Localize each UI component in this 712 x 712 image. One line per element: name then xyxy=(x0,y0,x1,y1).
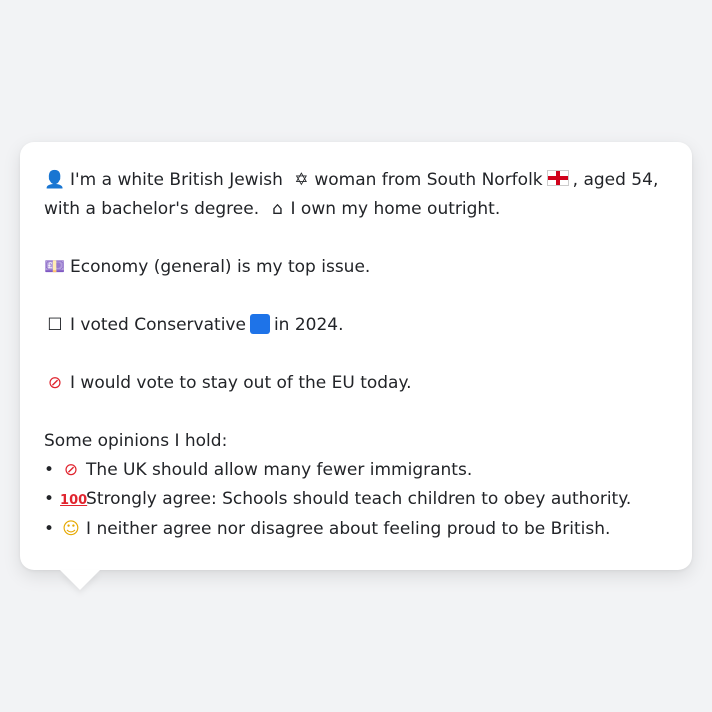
list-item: • 100Strongly agree: Schools should teach… xyxy=(44,485,668,515)
thinking-face-icon: ☺ xyxy=(62,519,80,539)
vote-text-1: I voted Conservative xyxy=(70,315,246,335)
person-silhouette-icon: 👤 xyxy=(44,170,66,190)
bullet: • xyxy=(44,519,55,539)
opinion-text: Strongly agree: Schools should teach chi… xyxy=(86,489,632,509)
list-item: • ⊘ The UK should allow many fewer immigra… xyxy=(44,456,668,485)
vote-paragraph: ☐ I voted Conservative in 2024. xyxy=(44,311,668,340)
bubble-tail xyxy=(60,570,100,590)
money-icon: 💷 xyxy=(44,257,66,277)
intro-text-1: I'm a white British Jewish xyxy=(70,170,283,190)
issue-paragraph: 💷 Economy (general) is my top issue. xyxy=(44,253,668,282)
intro-line-2: with a bachelor's degree. ⌂ I own my home… xyxy=(44,195,668,224)
intro-text-2: woman from South Norfolk xyxy=(314,170,543,190)
list-item: • ☺ I neither agree nor disagree about fee… xyxy=(44,515,668,544)
hundred-points-icon: 100 xyxy=(60,493,88,508)
eu-text: I would vote to stay out of the EU today… xyxy=(70,373,412,393)
persona-card: 👤 I'm a white British Jewish ✡ woman from … xyxy=(20,142,692,590)
opinion-text: The UK should allow many fewer immigrant… xyxy=(86,460,473,480)
vote-text-2: in 2024. xyxy=(273,315,344,335)
star-of-david-icon: ✡ xyxy=(294,170,309,190)
prohibited-icon: ⊘ xyxy=(63,460,79,480)
prohibited-icon: ⊘ xyxy=(47,373,63,393)
ballot-box-icon: ☐ xyxy=(47,315,63,335)
opinions-section: Some opinions I hold: • ⊘ The UK should al… xyxy=(44,427,668,544)
party-color-square-icon xyxy=(249,314,270,334)
opinions-heading: Some opinions I hold: xyxy=(44,431,228,451)
intro-line-1: 👤 I'm a white British Jewish ✡ woman from … xyxy=(44,166,668,195)
intro-text-3: , aged 54, xyxy=(572,170,659,190)
england-flag-icon xyxy=(546,170,569,186)
opinion-text: I neither agree nor disagree about feeli… xyxy=(86,519,611,539)
bullet: • xyxy=(44,489,55,509)
issue-text: Economy (general) is my top issue. xyxy=(70,257,371,277)
intro-text-5: I own my home outright. xyxy=(290,199,501,219)
intro-paragraph: 👤 I'm a white British Jewish ✡ woman from … xyxy=(44,166,668,224)
intro-text-4: with a bachelor's degree. xyxy=(44,199,260,219)
house-icon: ⌂ xyxy=(272,199,283,219)
bullet: • xyxy=(44,460,55,480)
eu-paragraph: ⊘ I would vote to stay out of the EU toda… xyxy=(44,369,668,398)
